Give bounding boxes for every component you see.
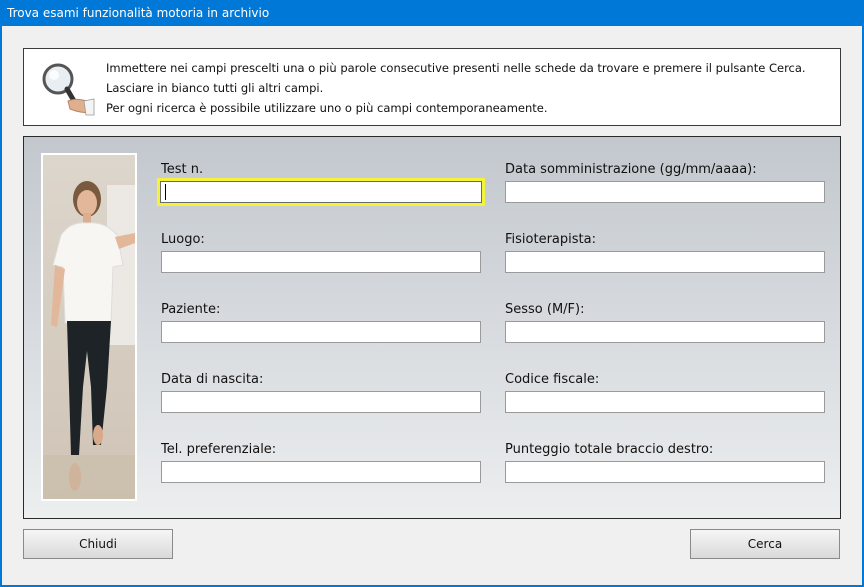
fisioterapista-input[interactable] (505, 251, 825, 273)
test-number-label: Test n. (161, 162, 204, 177)
dialog-body: Immettere nei campi prescelti una o più … (2, 26, 862, 585)
instruction-line: Lasciare in bianco tutti gli altri campi… (106, 81, 324, 95)
punteggio-input[interactable] (505, 461, 825, 483)
codice-fiscale-input[interactable] (505, 391, 825, 413)
instructions-text: Immettere nei campi prescelti una o più … (106, 58, 806, 118)
luogo-input[interactable] (161, 251, 481, 273)
test-number-input[interactable] (157, 178, 485, 206)
window-title: Trova esami funzionalità motoria in arch… (0, 0, 864, 26)
text-caret (165, 184, 166, 200)
woman-walking-photo (41, 153, 137, 501)
close-button[interactable]: Chiudi (23, 529, 173, 559)
telefono-label: Tel. preferenziale: (161, 442, 277, 457)
codice-fiscale-label: Codice fiscale: (505, 372, 600, 387)
instruction-line: Per ogni ricerca è possibile utilizzare … (106, 101, 548, 115)
punteggio-label: Punteggio totale braccio destro: (505, 442, 714, 457)
sesso-label: Sesso (M/F): (505, 302, 585, 317)
telefono-input[interactable] (161, 461, 481, 483)
search-button[interactable]: Cerca (690, 529, 840, 559)
data-somministrazione-input[interactable] (505, 181, 825, 203)
instruction-line: Immettere nei campi prescelti una o più … (106, 61, 806, 75)
paziente-input[interactable] (161, 321, 481, 343)
luogo-label: Luogo: (161, 232, 205, 247)
magnifier-hand-icon (42, 63, 95, 116)
paziente-label: Paziente: (161, 302, 221, 317)
search-fields-panel: Test n. Luogo: Paziente: Data di nascita… (23, 136, 841, 519)
fisioterapista-label: Fisioterapista: (505, 232, 596, 247)
data-somministrazione-label: Data somministrazione (gg/mm/aaaa): (505, 162, 757, 177)
instructions-box: Immettere nei campi prescelti una o più … (23, 48, 841, 126)
sesso-input[interactable] (505, 321, 825, 343)
data-nascita-label: Data di nascita: (161, 372, 264, 387)
data-nascita-input[interactable] (161, 391, 481, 413)
